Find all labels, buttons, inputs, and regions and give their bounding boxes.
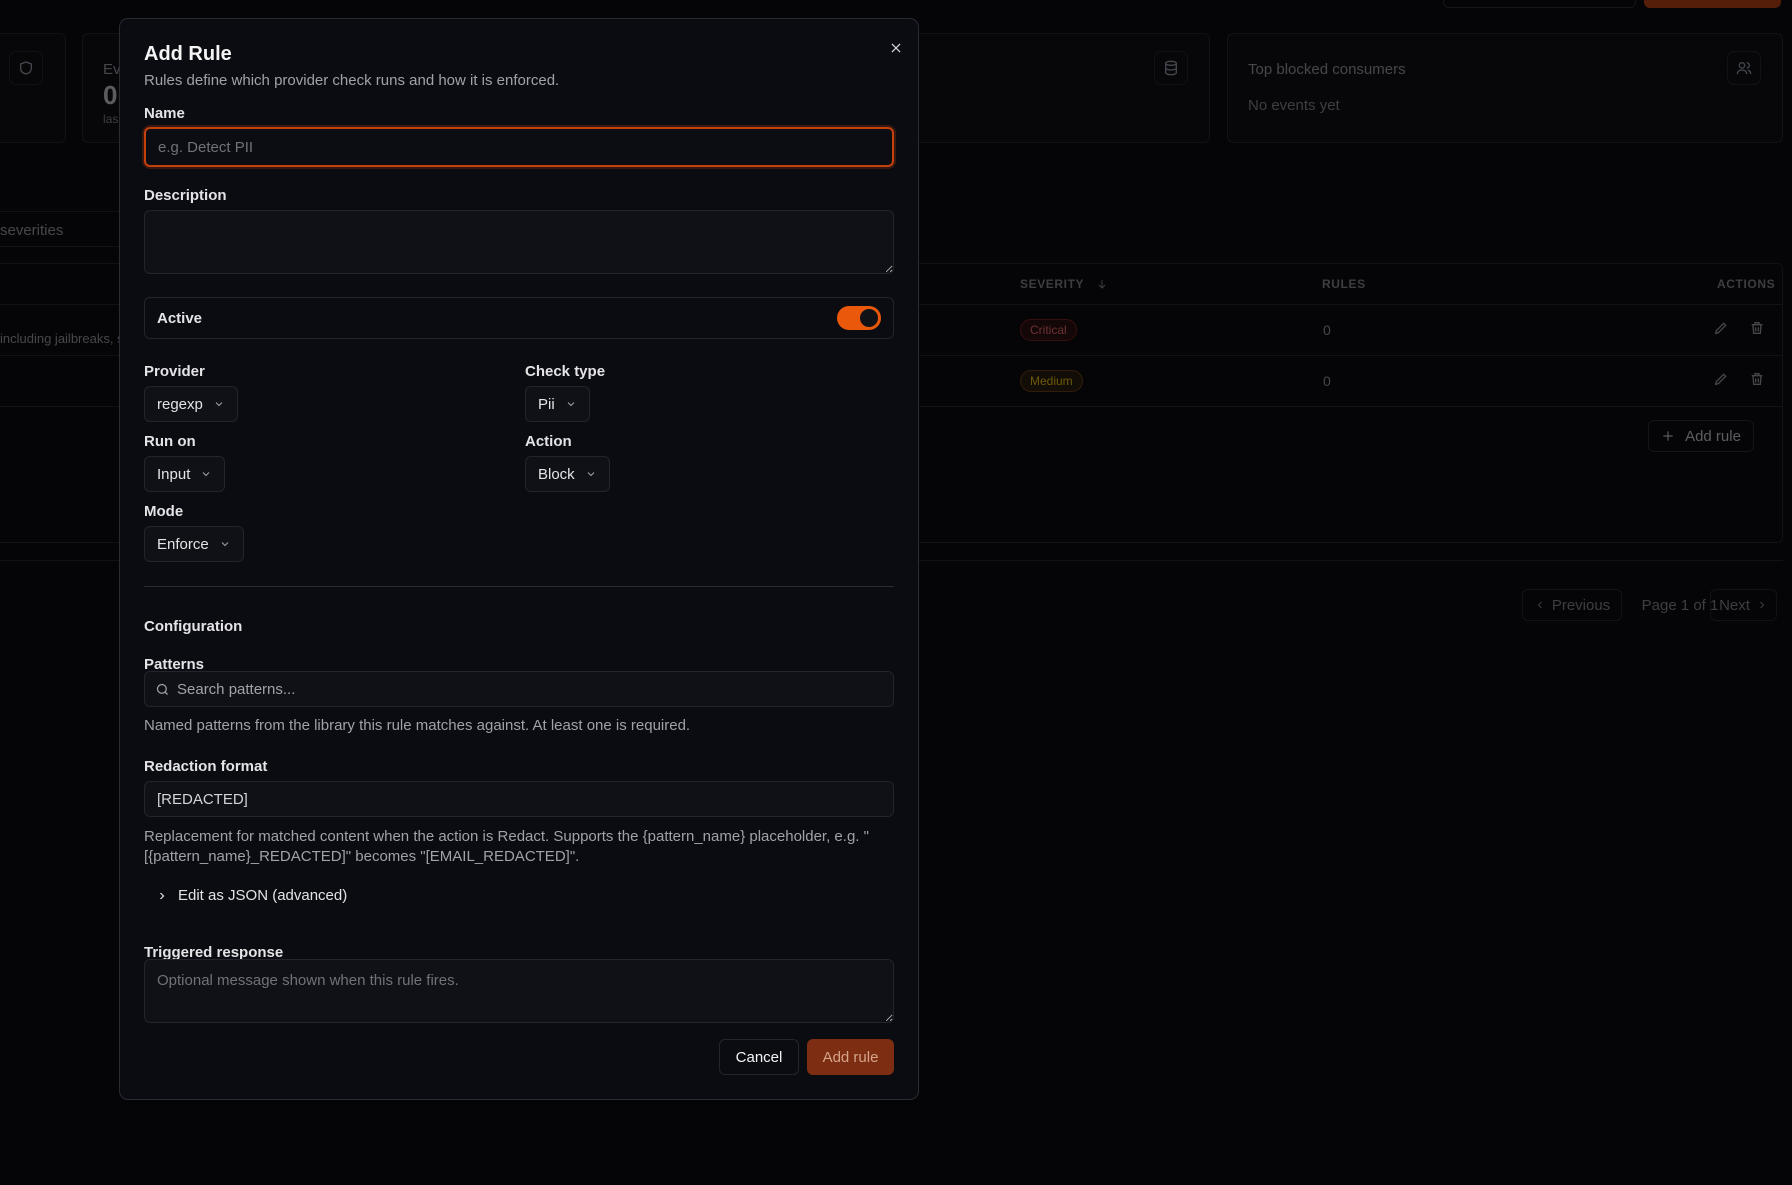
active-toggle[interactable] [837, 306, 881, 330]
chevron-right-icon [160, 892, 165, 899]
dialog-description: Rules define which provider check runs a… [144, 72, 560, 89]
edit-pencil-icon[interactable] [1713, 371, 1729, 392]
triggered-response-textarea[interactable] [144, 959, 894, 1023]
toggle-knob [860, 309, 878, 327]
name-label: Name [144, 105, 185, 122]
run-on-label: Run on [144, 433, 196, 450]
top-primary-button[interactable] [1644, 0, 1781, 8]
provider-select[interactable]: regexp [144, 386, 238, 422]
database-icon [1154, 51, 1188, 85]
action-value: Block [538, 465, 575, 483]
plus-icon [1663, 431, 1673, 441]
rules-count: 0 [1323, 373, 1331, 389]
stat-card-shield [0, 33, 66, 143]
severity-filter[interactable]: severities [0, 211, 130, 247]
run-on-select[interactable]: Input [144, 456, 226, 492]
check-type-label: Check type [525, 363, 606, 380]
pagination-next-button[interactable]: Next [1710, 589, 1777, 621]
edit-pencil-icon[interactable] [1713, 320, 1729, 341]
edit-json-toggle[interactable]: Edit as JSON (advanced) [156, 887, 347, 904]
chevron-down-icon [585, 468, 597, 480]
action-label: Action [525, 433, 572, 450]
card-value: 0 [103, 80, 118, 110]
active-toggle-row: Active [144, 297, 894, 339]
delete-trash-icon[interactable] [1749, 320, 1765, 341]
redaction-help-text: Replacement for matched content when the… [144, 828, 869, 865]
chevron-right-icon [1760, 601, 1765, 609]
severity-badge-critical: Critical [1020, 319, 1077, 341]
check-type-select[interactable]: Pii [525, 386, 590, 422]
mode-select[interactable]: Enforce [144, 526, 244, 562]
severity-badge-medium: Medium [1020, 370, 1083, 392]
users-icon [1727, 51, 1761, 85]
description-label: Description [144, 187, 227, 204]
chevron-down-icon [219, 538, 231, 550]
add-rule-table-label: Add rule [1685, 427, 1741, 445]
cancel-button[interactable]: Cancel [719, 1039, 799, 1075]
mode-value: Enforce [157, 535, 209, 553]
patterns-search [144, 671, 894, 707]
active-label: Active [157, 310, 203, 327]
provider-label: Provider [144, 363, 205, 380]
card-sub: No events yet [1248, 97, 1340, 114]
mode-label: Mode [144, 503, 184, 520]
edit-json-label: Edit as JSON (advanced) [178, 887, 348, 904]
provider-value: regexp [157, 395, 203, 413]
severity-header-label: SEVERITY [1020, 277, 1084, 291]
search-icon [155, 682, 170, 702]
redaction-format-input[interactable] [144, 781, 894, 817]
stat-card-top-blocked: Top blocked consumers No events yet [1227, 33, 1783, 143]
sort-arrow-down-icon [1098, 280, 1106, 289]
dialog-title: Add Rule [144, 43, 232, 65]
check-type-value: Pii [538, 395, 555, 413]
column-header-severity[interactable]: SEVERITY [1020, 277, 1108, 291]
delete-trash-icon[interactable] [1749, 371, 1765, 392]
chevron-down-icon [200, 468, 212, 480]
chevron-left-icon [1537, 601, 1542, 609]
column-header-rules: RULES [1322, 277, 1366, 291]
top-outline-button[interactable] [1443, 0, 1636, 8]
add-rule-button[interactable]: Add rule [807, 1039, 894, 1075]
card-sub: las [103, 112, 119, 126]
pagination-previous-button[interactable]: Previous [1522, 589, 1622, 621]
shield-icon [9, 51, 43, 85]
card-title: Top blocked consumers [1248, 61, 1406, 78]
action-select[interactable]: Block [525, 456, 610, 492]
add-rule-dialog: Add Rule Rules define which provider che… [119, 18, 919, 1100]
redaction-format-label: Redaction format [144, 758, 268, 775]
chevron-down-icon [213, 398, 225, 410]
row-description: including jailbreaks, s [0, 331, 124, 346]
run-on-value: Input [157, 465, 191, 483]
rules-count: 0 [1323, 322, 1331, 338]
severity-filter-label: severities [0, 222, 64, 239]
patterns-search-input[interactable] [177, 672, 877, 706]
add-rule-table-button[interactable]: Add rule [1648, 420, 1754, 452]
card-title: Ev [103, 61, 121, 78]
name-input[interactable] [144, 127, 894, 167]
column-header-actions: ACTIONS [1717, 277, 1776, 291]
patterns-help-text: Named patterns from the library this rul… [144, 717, 691, 734]
configuration-heading: Configuration [144, 618, 243, 635]
pagination-next-label: Next [1719, 596, 1750, 614]
close-icon[interactable] [884, 36, 908, 60]
section-divider [144, 586, 894, 587]
description-textarea[interactable] [144, 210, 894, 274]
pagination-previous-label: Previous [1551, 596, 1611, 614]
chevron-down-icon [565, 398, 577, 410]
